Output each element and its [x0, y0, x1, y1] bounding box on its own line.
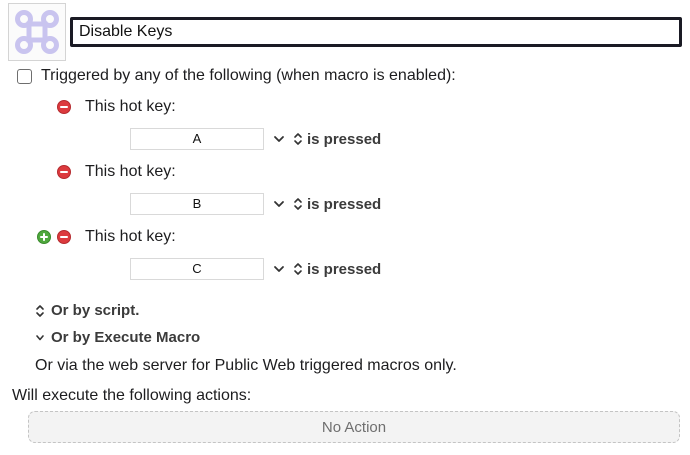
- hotkey-3-row: C is pressed: [130, 258, 381, 280]
- or-by-execute-macro-disclosure[interactable]: Or by Execute Macro: [35, 329, 200, 346]
- up-down-chevron-icon: [294, 133, 302, 145]
- chevron-down-icon: [274, 136, 284, 142]
- macro-editor: Triggered by any of the following (when …: [0, 0, 690, 455]
- hotkey-3-label: This hot key:: [85, 228, 176, 245]
- up-down-chevron-icon: [294, 198, 302, 210]
- command-key-icon: [15, 10, 59, 54]
- hotkey-2-header: This hot key:: [57, 163, 176, 181]
- hotkey-3-header: This hot key:: [37, 228, 176, 246]
- hotkey-3-condition: is pressed: [307, 260, 382, 278]
- hotkey-2-row: B is pressed: [130, 193, 381, 215]
- hotkey-3-condition-select[interactable]: is pressed: [293, 261, 381, 278]
- or-by-script-label: Or by script.: [51, 302, 140, 319]
- or-by-script-disclosure[interactable]: Or by script.: [35, 302, 139, 319]
- trigger-checkbox-label: Triggered by any of the following (when …: [41, 67, 456, 84]
- remove-hotkey-2-button[interactable]: [57, 165, 71, 179]
- hotkey-1-row: A is pressed: [130, 128, 381, 150]
- hotkey-2-key-field[interactable]: B: [130, 193, 264, 215]
- minus-circle-icon: [57, 230, 71, 244]
- macro-icon-well[interactable]: [8, 3, 66, 61]
- hotkey-1-menu-button[interactable]: [271, 131, 287, 147]
- hotkey-1-condition-select[interactable]: is pressed: [293, 131, 381, 148]
- trigger-checkbox[interactable]: [17, 68, 32, 84]
- hotkey-2-label: This hot key:: [85, 163, 176, 180]
- hotkey-2-condition: is pressed: [307, 195, 382, 213]
- actions-drop-zone[interactable]: No Action: [28, 411, 680, 443]
- hotkey-1-condition: is pressed: [307, 130, 382, 148]
- hotkey-1-header: This hot key:: [57, 98, 176, 116]
- remove-hotkey-3-button[interactable]: [57, 230, 71, 244]
- web-server-note: Or via the web server for Public Web tri…: [35, 357, 457, 374]
- hotkey-2-condition-select[interactable]: is pressed: [293, 196, 381, 213]
- up-down-chevron-icon: [36, 304, 44, 317]
- hotkey-1-label: This hot key:: [85, 98, 176, 115]
- actions-heading: Will execute the following actions:: [12, 387, 252, 404]
- or-by-execute-macro-label: Or by Execute Macro: [51, 329, 201, 346]
- remove-hotkey-1-button[interactable]: [57, 100, 71, 114]
- chevron-down-icon: [274, 266, 284, 272]
- up-down-chevron-icon: [294, 263, 302, 275]
- hotkey-3-key-field[interactable]: C: [130, 258, 264, 280]
- hotkey-2-menu-button[interactable]: [271, 196, 287, 212]
- hotkey-1-key-field[interactable]: A: [130, 128, 264, 150]
- no-action-label: No Action: [321, 418, 387, 436]
- minus-circle-icon: [57, 100, 71, 114]
- hotkey-3-menu-button[interactable]: [271, 261, 287, 277]
- chevron-down-icon: [36, 334, 44, 340]
- add-hotkey-button[interactable]: [37, 230, 51, 244]
- chevron-down-icon: [274, 201, 284, 207]
- trigger-checkbox-row[interactable]: Triggered by any of the following (when …: [17, 67, 456, 85]
- minus-circle-icon: [57, 165, 71, 179]
- macro-name-field[interactable]: [70, 17, 682, 47]
- plus-circle-icon: [37, 230, 51, 244]
